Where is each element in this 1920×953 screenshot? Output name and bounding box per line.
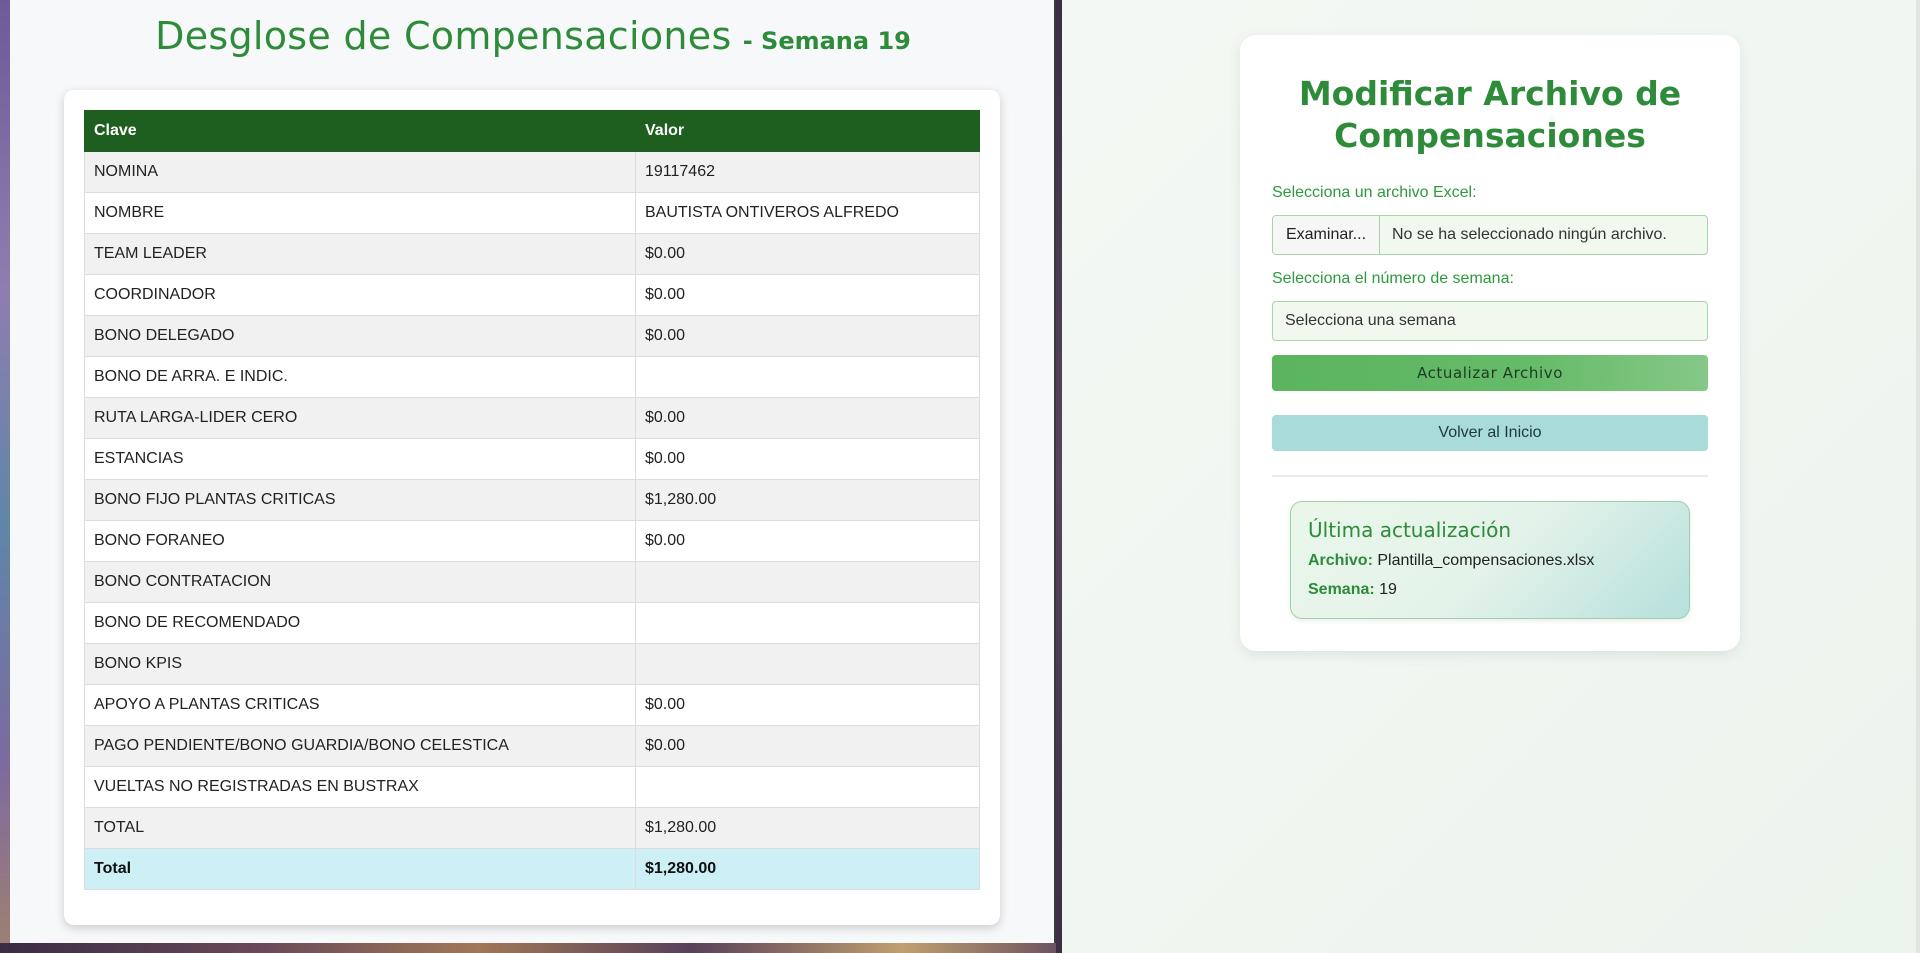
- last-update-card: Última actualización Archivo: Plantilla_…: [1290, 501, 1690, 619]
- table-row: NOMBRE BAUTISTA ONTIVEROS ALFREDO: [84, 192, 980, 234]
- row-value: $1,280.00: [635, 479, 980, 521]
- row-key: TOTAL: [84, 807, 636, 849]
- back-home-button[interactable]: Volver al Inicio: [1272, 415, 1708, 451]
- table-row: VUELTAS NO REGISTRADAS EN BUSTRAX: [84, 766, 980, 808]
- table-row: BONO DE RECOMENDADO: [84, 602, 980, 644]
- last-update-file: Archivo: Plantilla_compensaciones.xlsx: [1308, 552, 1594, 570]
- row-value: $0.00: [635, 315, 980, 357]
- row-key: VUELTAS NO REGISTRADAS EN BUSTRAX: [84, 766, 636, 808]
- row-key: BONO KPIS: [84, 643, 636, 685]
- file-input[interactable]: Examinar... No se ha seleccionado ningún…: [1272, 215, 1708, 255]
- modify-window: Modificar Archivo de Compensaciones Sele…: [1062, 0, 1920, 953]
- table-row: BONO DELEGADO $0.00: [84, 315, 980, 357]
- row-key: TEAM LEADER: [84, 233, 636, 275]
- table-row: BONO FIJO PLANTAS CRITICAS $1,280.00: [84, 479, 980, 521]
- row-key: BONO FIJO PLANTAS CRITICAS: [84, 479, 636, 521]
- table-row: TEAM LEADER $0.00: [84, 233, 980, 275]
- file-status-text: No se ha seleccionado ningún archivo.: [1392, 226, 1667, 243]
- table-row: BONO CONTRATACION: [84, 561, 980, 603]
- row-key: APOYO A PLANTAS CRITICAS: [84, 684, 636, 726]
- page-title: Desglose de Compensaciones - Semana 19: [10, 14, 1056, 58]
- row-value: $0.00: [635, 684, 980, 726]
- row-key: ESTANCIAS: [84, 438, 636, 480]
- last-update-week: Semana: 19: [1308, 581, 1397, 599]
- row-key: BONO DELEGADO: [84, 315, 636, 357]
- row-value: [635, 602, 980, 644]
- row-value: $0.00: [635, 438, 980, 480]
- table-row: ESTANCIAS $0.00: [84, 438, 980, 480]
- table-row: NOMINA 19117462: [84, 151, 980, 193]
- row-key: COORDINADOR: [84, 274, 636, 316]
- divider: [1272, 475, 1708, 477]
- total-key: Total: [84, 848, 636, 890]
- week-key: Semana:: [1308, 581, 1375, 598]
- table-body: NOMINA 19117462 NOMBRE BAUTISTA ONTIVEROS A…: [84, 151, 980, 890]
- table-row: BONO DE ARRA. E INDIC.: [84, 356, 980, 398]
- row-key: BONO CONTRATACION: [84, 561, 636, 603]
- table-row: PAGO PENDIENTE/BONO GUARDIA/BONO CELESTI…: [84, 725, 980, 767]
- row-value: $0.00: [635, 725, 980, 767]
- row-value: $0.00: [635, 233, 980, 275]
- week-label: Selecciona el número de semana:: [1272, 270, 1514, 287]
- row-key: RUTA LARGA-LIDER CERO: [84, 397, 636, 439]
- form-title: Modificar Archivo de Compensaciones: [1298, 74, 1682, 155]
- table-row: APOYO A PLANTAS CRITICAS $0.00: [84, 684, 980, 726]
- week-select[interactable]: Selecciona una semana: [1272, 301, 1708, 341]
- row-value: $0.00: [635, 520, 980, 562]
- file-label: Selecciona un archivo Excel:: [1272, 184, 1477, 201]
- breakdown-window: Desglose de Compensaciones - Semana 19 C…: [10, 0, 1056, 943]
- table-row: BONO KPIS: [84, 643, 980, 685]
- table-header-row: Clave Valor: [84, 110, 980, 152]
- modify-form-card: Modificar Archivo de Compensaciones Sele…: [1240, 35, 1740, 651]
- update-file-button[interactable]: Actualizar Archivo: [1272, 355, 1708, 391]
- breakdown-title: Desglose de Compensaciones: [155, 14, 732, 58]
- row-key: NOMINA: [84, 151, 636, 193]
- desktop-wallpaper-edge: [0, 0, 10, 953]
- row-key: PAGO PENDIENTE/BONO GUARDIA/BONO CELESTI…: [84, 725, 636, 767]
- row-value: $0.00: [635, 274, 980, 316]
- last-update-title: Última actualización: [1308, 518, 1512, 542]
- breakdown-card: Clave Valor NOMINA 19117462 NOMBRE BAUTISTA…: [64, 90, 1000, 925]
- file-value: Plantilla_compensaciones.xlsx: [1377, 552, 1595, 569]
- total-row: Total $1,280.00: [84, 848, 980, 890]
- compensation-table: Clave Valor NOMINA 19117462 NOMBRE BAUTISTA…: [84, 110, 980, 890]
- row-key: BONO FORANEO: [84, 520, 636, 562]
- row-value: $1,280.00: [635, 807, 980, 849]
- table-row: TOTAL $1,280.00: [84, 807, 980, 849]
- week-value: 19: [1379, 581, 1397, 598]
- table-row: COORDINADOR $0.00: [84, 274, 980, 316]
- desktop-wallpaper-bottom: [0, 943, 1062, 953]
- window-edge: [1916, 0, 1920, 953]
- row-value: [635, 643, 980, 685]
- file-key: Archivo:: [1308, 552, 1373, 569]
- row-value: $0.00: [635, 397, 980, 439]
- row-value: 19117462: [635, 151, 980, 193]
- row-key: BONO DE ARRA. E INDIC.: [84, 356, 636, 398]
- row-key: BONO DE RECOMENDADO: [84, 602, 636, 644]
- table-row: RUTA LARGA-LIDER CERO $0.00: [84, 397, 980, 439]
- row-value: [635, 766, 980, 808]
- browse-button[interactable]: Examinar...: [1273, 216, 1380, 254]
- row-value: [635, 356, 980, 398]
- table-row: BONO FORANEO $0.00: [84, 520, 980, 562]
- row-key: NOMBRE: [84, 192, 636, 234]
- column-header-key: Clave: [84, 110, 636, 152]
- total-value: $1,280.00: [635, 848, 980, 890]
- column-header-value: Valor: [635, 110, 980, 152]
- row-value: BAUTISTA ONTIVEROS ALFREDO: [635, 192, 980, 234]
- week-subtitle: - Semana 19: [742, 27, 911, 55]
- row-value: [635, 561, 980, 603]
